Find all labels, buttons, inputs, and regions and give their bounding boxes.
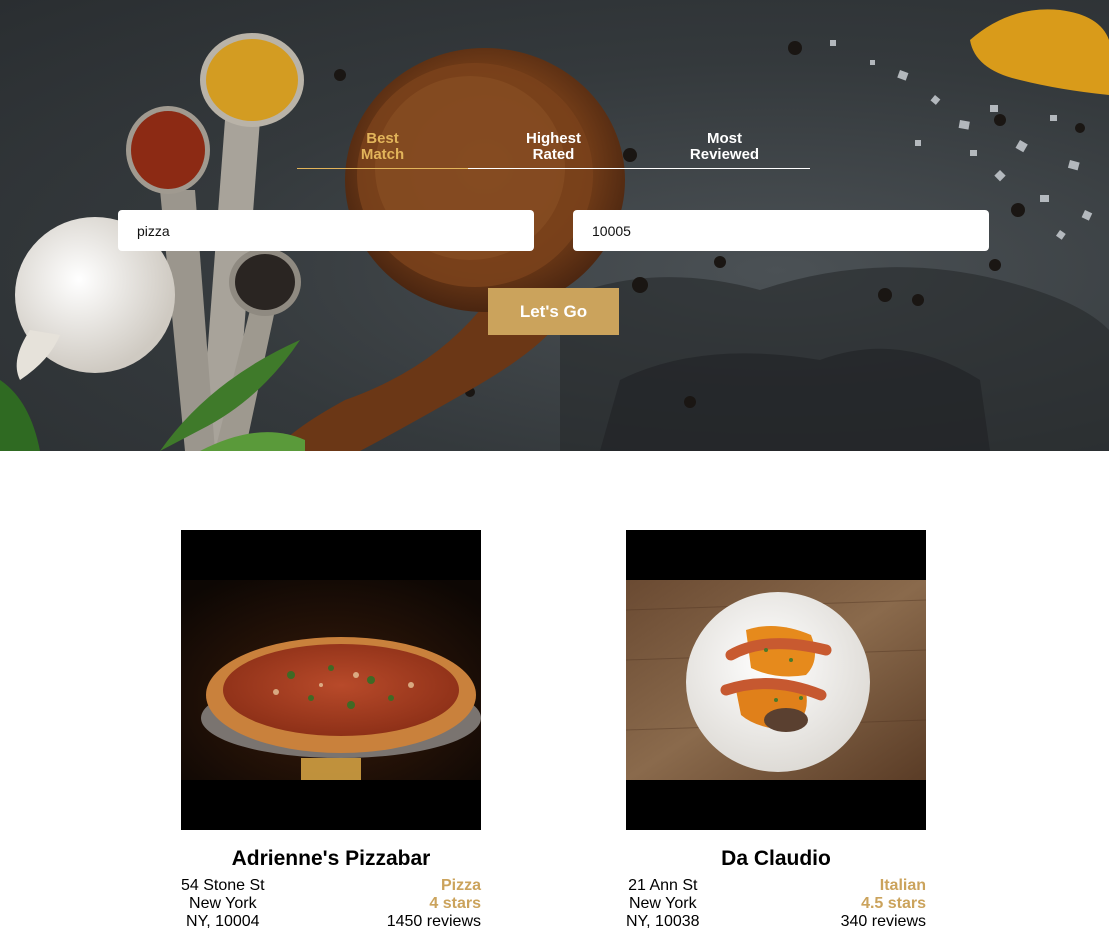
business-photo (181, 530, 481, 830)
business-review-count: 340 reviews (840, 913, 926, 930)
sort-tab-label: Highest Rated (525, 130, 581, 163)
address-city: New York (628, 895, 697, 912)
sort-tab-label: Best Match (360, 130, 405, 163)
sort-tab-highest-rated[interactable]: Highest Rated (468, 128, 639, 169)
business-category: Italian (879, 877, 926, 894)
address-city: New York (189, 895, 257, 912)
business-info: 54 Stone St New York NY, 10004 Pizza 4 s… (181, 877, 481, 931)
business-category: Pizza (440, 877, 481, 894)
business-address: 54 Stone St New York NY, 10004 (181, 877, 265, 931)
pizza-photo (181, 580, 481, 780)
sort-tabs: Best Match Highest Rated Most Reviewed (297, 128, 810, 170)
search-location-input[interactable] (573, 210, 989, 251)
business-rating: 4 stars (429, 895, 481, 912)
hero-banner: Best Match Highest Rated Most Reviewed L… (0, 0, 1109, 451)
address-street: 21 Ann St (628, 877, 698, 894)
business-info: 21 Ann St New York NY, 10038 Italian 4.5… (626, 877, 926, 931)
address-street: 54 Stone St (181, 877, 265, 894)
business-name: Da Claudio (721, 847, 831, 870)
search-term-input[interactable] (118, 210, 534, 251)
sort-tab-best-match[interactable]: Best Match (297, 128, 468, 169)
business-card: Da Claudio 21 Ann St New York NY, 10038 … (626, 530, 926, 931)
business-review-count: 1450 reviews (386, 913, 481, 930)
address-state-zip: NY, 10004 (186, 913, 260, 930)
business-photo (626, 530, 926, 830)
business-rating: 4.5 stars (861, 895, 926, 912)
business-address: 21 Ann St New York NY, 10038 (626, 877, 700, 931)
business-name: Adrienne's Pizzabar (231, 847, 431, 870)
sort-tab-label: Most Reviewed (689, 130, 760, 163)
sort-tab-most-reviewed[interactable]: Most Reviewed (639, 128, 810, 169)
business-meta: Italian 4.5 stars 340 reviews (841, 877, 926, 931)
shrimp-dish-photo (626, 580, 926, 780)
business-meta: Pizza 4 stars 1450 reviews (387, 877, 481, 931)
business-card: Adrienne's Pizzabar 54 Stone St New York… (181, 530, 481, 931)
lets-go-button[interactable]: Let's Go (488, 288, 619, 335)
address-state-zip: NY, 10038 (626, 913, 700, 930)
